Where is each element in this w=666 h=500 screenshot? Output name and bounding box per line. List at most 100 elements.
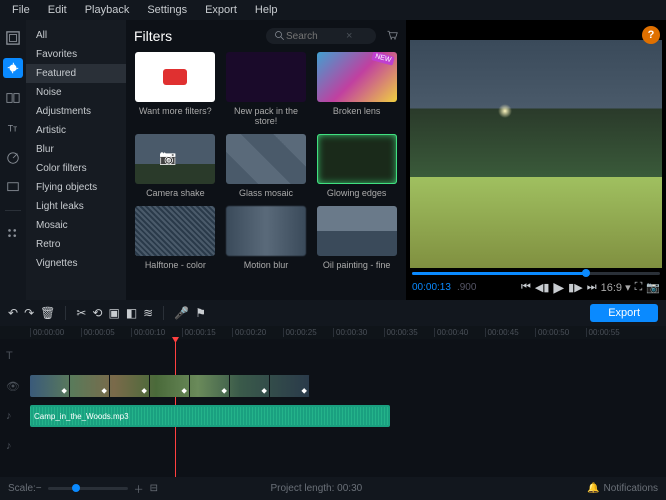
video-clip[interactable] <box>30 375 310 397</box>
clear-search-icon[interactable]: × <box>346 30 352 42</box>
cat-color-filters[interactable]: Color filters <box>26 159 126 178</box>
timeline[interactable]: T 👁 ♪ Camp_in_the_Woods.mp3 ♪ <box>0 339 666 477</box>
menu-export[interactable]: Export <box>197 2 245 18</box>
cat-favorites[interactable]: Favorites <box>26 45 126 64</box>
ruler-tick: 00:00:50 <box>535 328 586 337</box>
cat-featured[interactable]: Featured <box>26 64 126 83</box>
filter-label: Glowing edges <box>327 188 387 198</box>
time-ruler[interactable]: 00:00:0000:00:0500:00:1000:00:1500:00:20… <box>0 326 666 339</box>
aspect-ratio[interactable]: 16:9 ▾ <box>601 281 631 294</box>
search-input[interactable] <box>286 31 346 42</box>
video-track-icon: 👁 <box>6 380 18 392</box>
filter-thumb <box>317 206 397 256</box>
tool-media-icon[interactable] <box>3 28 23 48</box>
ruler-tick: 00:00:00 <box>30 328 81 337</box>
play-icon[interactable]: ▶ <box>553 279 564 296</box>
new-badge: NEW <box>372 52 396 66</box>
scale-label: Scale: <box>8 483 36 494</box>
preview-video[interactable] <box>410 40 662 268</box>
tool-callouts-icon[interactable] <box>3 178 23 198</box>
timeline-toolbar: ↶ ↷ 🗑 ✂ ⟲ ▣ ◧ ≋ 🎤 ⚑ Export <box>0 300 666 326</box>
transition-wizard-icon[interactable]: ≋ <box>143 306 153 320</box>
menu-playback[interactable]: Playback <box>77 2 138 18</box>
prev-frame-icon[interactable]: ⏮ <box>521 281 531 294</box>
filter-card[interactable]: Motion blur <box>225 206 308 270</box>
filter-label: Glass mosaic <box>239 188 293 198</box>
separator <box>65 306 66 320</box>
zoom-out-icon[interactable]: − <box>36 483 42 494</box>
tool-stickers-icon[interactable] <box>3 148 23 168</box>
video-track[interactable]: 👁 <box>30 373 666 399</box>
rotate-icon[interactable]: ⟲ <box>92 306 102 320</box>
tool-transitions-icon[interactable] <box>3 88 23 108</box>
menu-settings[interactable]: Settings <box>139 2 195 18</box>
panel-title: Filters <box>134 28 172 44</box>
notifications-button[interactable]: 🔔 Notifications <box>587 483 658 494</box>
marker-icon[interactable]: ⚑ <box>195 306 206 320</box>
cat-vignettes[interactable]: Vignettes <box>26 254 126 273</box>
crop-icon[interactable]: ▣ <box>108 306 119 320</box>
cut-icon[interactable]: ✂ <box>76 306 86 320</box>
filter-card[interactable]: NEWBroken lens <box>315 52 398 126</box>
bell-icon: 🔔 <box>587 483 599 494</box>
menu-edit[interactable]: Edit <box>40 2 75 18</box>
color-icon[interactable]: ◧ <box>126 306 137 320</box>
title-track-icon: T <box>6 350 18 362</box>
filter-card[interactable]: Halftone - color <box>134 206 217 270</box>
next-frame-icon[interactable]: ⏭ <box>587 281 597 294</box>
export-button[interactable]: Export <box>590 304 658 322</box>
cat-retro[interactable]: Retro <box>26 235 126 254</box>
cat-flying-objects[interactable]: Flying objects <box>26 178 126 197</box>
audio-track-2[interactable]: ♪ <box>30 433 666 459</box>
tool-filters-icon[interactable] <box>3 58 23 78</box>
filter-thumb <box>135 52 215 102</box>
filter-card[interactable]: Camera shake <box>134 134 217 198</box>
help-icon[interactable]: ? <box>642 26 660 44</box>
record-icon[interactable]: 🎤 <box>174 306 189 320</box>
filter-thumb: NEW <box>317 52 397 102</box>
menu-file[interactable]: File <box>4 2 38 18</box>
preview-pane: ? 00:00:13.900 ⏮ ◀▮ ▶ ▮▶ ⏭ 16:9 ▾ ⛶ 📷 <box>406 20 666 300</box>
svg-text:Tт: Tт <box>8 124 17 134</box>
fullscreen-icon[interactable]: ⛶ <box>635 281 643 294</box>
filter-card[interactable]: Want more filters? <box>134 52 217 126</box>
ruler-tick: 00:00:40 <box>434 328 485 337</box>
audio-track[interactable]: ♪ Camp_in_the_Woods.mp3 <box>30 403 666 429</box>
ruler-tick: 00:00:55 <box>586 328 637 337</box>
tool-more-icon[interactable] <box>3 223 23 243</box>
tool-titles-icon[interactable]: Tт <box>3 118 23 138</box>
step-fwd-icon[interactable]: ▮▶ <box>568 281 583 294</box>
separator <box>5 210 21 211</box>
undo-icon[interactable]: ↶ <box>8 306 18 320</box>
filter-card[interactable]: Oil painting - fine <box>315 206 398 270</box>
cat-noise[interactable]: Noise <box>26 83 126 102</box>
title-track[interactable]: T <box>30 343 666 369</box>
filter-thumb <box>135 206 215 256</box>
seek-bar[interactable] <box>412 272 660 275</box>
filter-card[interactable]: New pack in the store! <box>225 52 308 126</box>
zoom-fit-icon[interactable]: ⊟ <box>150 483 158 494</box>
filter-label: Motion blur <box>244 260 289 270</box>
menu-help[interactable]: Help <box>247 2 286 18</box>
snapshot-icon[interactable]: 📷 <box>646 281 660 294</box>
cat-blur[interactable]: Blur <box>26 140 126 159</box>
filter-card[interactable]: Glass mosaic <box>225 134 308 198</box>
filter-thumb <box>135 134 215 184</box>
search-box[interactable]: × <box>266 28 376 44</box>
scale-slider[interactable] <box>48 487 128 490</box>
timecode: 00:00:13 <box>412 282 451 293</box>
audio-clip[interactable]: Camp_in_the_Woods.mp3 <box>30 405 390 427</box>
delete-icon[interactable]: 🗑 <box>40 306 55 320</box>
cat-all[interactable]: All <box>26 26 126 45</box>
zoom-in-icon[interactable]: ＋ <box>134 481 144 496</box>
category-list: All Favorites Featured Noise Adjustments… <box>26 20 126 300</box>
cat-adjustments[interactable]: Adjustments <box>26 102 126 121</box>
cart-icon[interactable] <box>386 29 398 44</box>
cat-mosaic[interactable]: Mosaic <box>26 216 126 235</box>
filter-card[interactable]: Glowing edges <box>315 134 398 198</box>
redo-icon[interactable]: ↷ <box>24 306 34 320</box>
step-back-icon[interactable]: ◀▮ <box>535 281 550 294</box>
ruler-tick: 00:00:20 <box>232 328 283 337</box>
cat-light-leaks[interactable]: Light leaks <box>26 197 126 216</box>
cat-artistic[interactable]: Artistic <box>26 121 126 140</box>
